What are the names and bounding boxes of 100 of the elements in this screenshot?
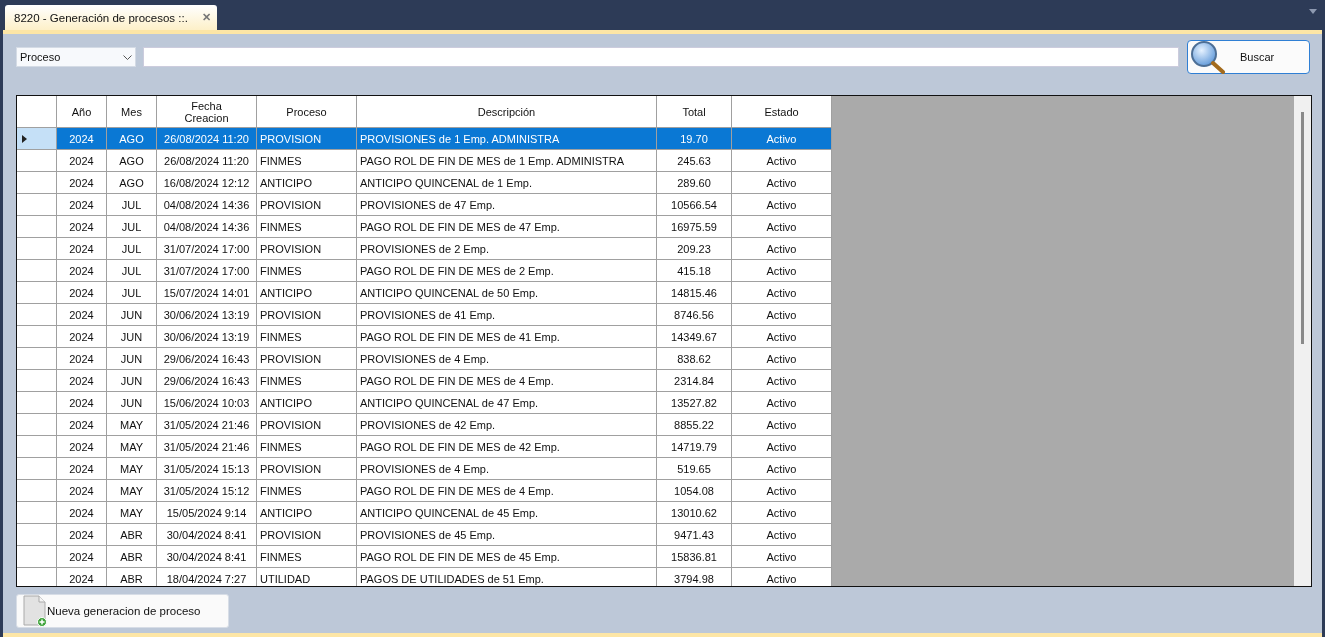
table-cell: Activo — [732, 216, 832, 238]
search-button[interactable]: Buscar — [1187, 40, 1310, 74]
table-row[interactable]: 2024 JUL 31/07/2024 17:00 FINMES PAGO ROL DE FIN DE MES de 2 Emp. 415.18 Activo — [17, 260, 832, 282]
table-cell: 9471.43 — [657, 524, 732, 546]
table-row[interactable]: 2024 ABR 18/04/2024 7:27 UTILIDAD PAGOS DE UTILIDADES de 51 Emp. 3794.98 Activo — [17, 568, 832, 586]
table-cell: Activo — [732, 546, 832, 568]
table-cell: 10566.54 — [657, 194, 732, 216]
table-cell: 2024 — [57, 260, 107, 282]
table-cell: 14719.79 — [657, 436, 732, 458]
table-cell: PROVISION — [257, 348, 357, 370]
column-header[interactable]: Proceso — [257, 96, 357, 128]
column-header[interactable]: Fecha Creacion — [157, 96, 257, 128]
table-row[interactable]: 2024 JUN 30/06/2024 13:19 PROVISION PROVISIONES de 41 Emp. 8746.56 Activo — [17, 304, 832, 326]
table-cell: 2024 — [57, 524, 107, 546]
table-cell: AGO — [107, 150, 157, 172]
table-cell: PAGOS DE UTILIDADES de 51 Emp. — [357, 568, 657, 586]
table-cell: Activo — [732, 348, 832, 370]
table-cell: 2024 — [57, 150, 107, 172]
table-cell: JUN — [107, 370, 157, 392]
column-header[interactable]: Descripción — [357, 96, 657, 128]
table-row[interactable]: 2024 ABR 30/04/2024 8:41 FINMES PAGO ROL DE FIN DE MES de 45 Emp. 15836.81 Activo — [17, 546, 832, 568]
table-row[interactable]: 2024 MAY 31/05/2024 15:13 PROVISION PROVISIONES de 4 Emp. 519.65 Activo — [17, 458, 832, 480]
close-button[interactable]: ✕ — [201, 11, 211, 24]
table-cell: PAGO ROL DE FIN DE MES de 4 Emp. — [357, 370, 657, 392]
table-cell: ANTICIPO QUINCENAL de 1 Emp. — [357, 172, 657, 194]
table-cell: 04/08/2024 14:36 — [157, 194, 257, 216]
table-cell: PROVISIONES de 41 Emp. — [357, 304, 657, 326]
table-cell: 245.63 — [657, 150, 732, 172]
dropdown-arrow-icon — [1309, 8, 1317, 14]
table-row[interactable]: 2024 AGO 16/08/2024 12:12 ANTICIPO ANTICIPO QUINCENAL de 1 Emp. 289.60 Activo — [17, 172, 832, 194]
table-cell: 2024 — [57, 304, 107, 326]
table-cell: JUL — [107, 238, 157, 260]
column-header[interactable]: Mes — [107, 96, 157, 128]
table-cell: PAGO ROL DE FIN DE MES de 4 Emp. — [357, 480, 657, 502]
table-row[interactable]: 2024 JUL 15/07/2024 14:01 ANTICIPO ANTICIPO QUINCENAL de 50 Emp. 14815.46 Activo — [17, 282, 832, 304]
table-cell: PROVISION — [257, 414, 357, 436]
table-cell: 29/06/2024 16:43 — [157, 370, 257, 392]
table-row[interactable]: 2024 MAY 31/05/2024 21:46 FINMES PAGO ROL DE FIN DE MES de 42 Emp. 14719.79 Activo — [17, 436, 832, 458]
column-header[interactable]: Estado — [732, 96, 832, 128]
table-cell: ANTICIPO QUINCENAL de 47 Emp. — [357, 392, 657, 414]
table-row[interactable]: 2024 JUL 04/08/2024 14:36 PROVISION PROVISIONES de 47 Emp. 10566.54 Activo — [17, 194, 832, 216]
table-row[interactable]: 2024 JUN 15/06/2024 10:03 ANTICIPO ANTICIPO QUINCENAL de 47 Emp. 13527.82 Activo — [17, 392, 832, 414]
table-cell: 30/06/2024 13:19 — [157, 304, 257, 326]
current-row-icon — [22, 134, 27, 143]
table-cell: PAGO ROL DE FIN DE MES de 47 Emp. — [357, 216, 657, 238]
table-cell: Activo — [732, 370, 832, 392]
table-cell: FINMES — [257, 480, 357, 502]
table-cell: ANTICIPO QUINCENAL de 45 Emp. — [357, 502, 657, 524]
table-cell: Activo — [732, 436, 832, 458]
table-cell: PAGO ROL DE FIN DE MES de 1 Emp. ADMINISTRA — [357, 150, 657, 172]
table-cell: FINMES — [257, 326, 357, 348]
table-cell: 14815.46 — [657, 282, 732, 304]
table-row[interactable]: 2024 MAY 31/05/2024 15:12 FINMES PAGO ROL DE FIN DE MES de 4 Emp. 1054.08 Activo — [17, 480, 832, 502]
table-cell: ANTICIPO — [257, 282, 357, 304]
table-cell: 2024 — [57, 172, 107, 194]
table-row[interactable]: 2024 JUN 29/06/2024 16:43 FINMES PAGO ROL DE FIN DE MES de 4 Emp. 2314.84 Activo — [17, 370, 832, 392]
table-row[interactable]: 2024 AGO 26/08/2024 11:20 PROVISION PROVISIONES de 1 Emp. ADMINISTRA 19.70 Activo — [17, 128, 832, 150]
table-cell: PAGO ROL DE FIN DE MES de 41 Emp. — [357, 326, 657, 348]
table-cell: 838.62 — [657, 348, 732, 370]
table-cell: PROVISIONES de 1 Emp. ADMINISTRA — [357, 128, 657, 150]
document-tab[interactable]: 8220 - Generación de procesos ::. ✕ — [5, 5, 217, 30]
table-cell: ANTICIPO — [257, 502, 357, 524]
table-cell: 15/05/2024 9:14 — [157, 502, 257, 524]
table-row[interactable]: 2024 JUL 31/07/2024 17:00 PROVISION PROVISIONES de 2 Emp. 209.23 Activo — [17, 238, 832, 260]
table-row[interactable]: 2024 AGO 26/08/2024 11:20 FINMES PAGO ROL DE FIN DE MES de 1 Emp. ADMINISTRA 245.63 Activo — [17, 150, 832, 172]
table-cell: 2024 — [57, 392, 107, 414]
table-cell: PROVISIONES de 4 Emp. — [357, 458, 657, 480]
table-cell: UTILIDAD — [257, 568, 357, 586]
table-cell: 2024 — [57, 370, 107, 392]
table-cell: PROVISIONES de 4 Emp. — [357, 348, 657, 370]
table-cell: 2024 — [57, 216, 107, 238]
table-row[interactable]: 2024 MAY 15/05/2024 9:14 ANTICIPO ANTICIPO QUINCENAL de 45 Emp. 13010.62 Activo — [17, 502, 832, 524]
table-cell: Activo — [732, 502, 832, 524]
table-cell: 2024 — [57, 458, 107, 480]
column-header[interactable]: Año — [57, 96, 107, 128]
table-cell: Activo — [732, 524, 832, 546]
table-cell: 1054.08 — [657, 480, 732, 502]
table-cell: JUL — [107, 282, 157, 304]
table-row[interactable]: 2024 MAY 31/05/2024 21:46 PROVISION PROVISIONES de 42 Emp. 8855.22 Activo — [17, 414, 832, 436]
table-cell: 30/06/2024 13:19 — [157, 326, 257, 348]
table-cell: 15/06/2024 10:03 — [157, 392, 257, 414]
table-cell: MAY — [107, 502, 157, 524]
scroll-thumb[interactable] — [1301, 112, 1304, 344]
vertical-scrollbar[interactable] — [1294, 96, 1311, 586]
filter-dropdown[interactable]: Proceso — [16, 47, 136, 67]
table-cell: AGO — [107, 128, 157, 150]
table-cell: 26/08/2024 11:20 — [157, 150, 257, 172]
table-row[interactable]: 2024 JUN 30/06/2024 13:19 FINMES PAGO ROL DE FIN DE MES de 41 Emp. 14349.67 Activo — [17, 326, 832, 348]
search-field[interactable] — [143, 47, 1179, 67]
table-cell: 289.60 — [657, 172, 732, 194]
table-cell: FINMES — [257, 546, 357, 568]
table-cell: MAY — [107, 480, 157, 502]
table-cell: Activo — [732, 392, 832, 414]
column-header[interactable]: Total — [657, 96, 732, 128]
table-row[interactable]: 2024 JUN 29/06/2024 16:43 PROVISION PROVISIONES de 4 Emp. 838.62 Activo — [17, 348, 832, 370]
table-row[interactable]: 2024 ABR 30/04/2024 8:41 PROVISION PROVISIONES de 45 Emp. 9471.43 Activo — [17, 524, 832, 546]
new-process-button[interactable]: Nueva generacion de proceso — [16, 594, 229, 628]
table-cell: 16/08/2024 12:12 — [157, 172, 257, 194]
table-cell: 2024 — [57, 480, 107, 502]
table-row[interactable]: 2024 JUL 04/08/2024 14:36 FINMES PAGO ROL DE FIN DE MES de 47 Emp. 16975.59 Activo — [17, 216, 832, 238]
